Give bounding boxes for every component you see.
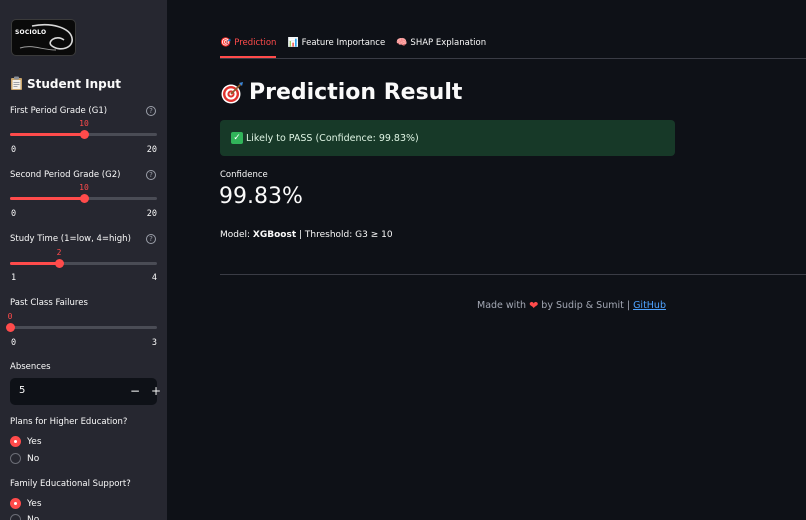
- model-prefix: Model:: [220, 230, 253, 240]
- failures-slider[interactable]: 0: [6, 312, 157, 338]
- absences-label: Absences: [10, 362, 51, 372]
- g1-help-icon[interactable]: ?: [146, 106, 156, 116]
- slider-thumb[interactable]: [6, 323, 15, 332]
- model-name: XGBoost: [252, 230, 297, 240]
- studytime-max: 4: [151, 273, 157, 283]
- absences-value[interactable]: 5: [19, 385, 25, 396]
- increment-button[interactable]: +: [146, 378, 166, 405]
- famsup-label: Family Educational Support?: [10, 479, 131, 489]
- radio-checked-icon[interactable]: [10, 436, 21, 447]
- footer-divider: [220, 274, 806, 275]
- sidebar: SOCIOLO Student Input First Period Grade…: [0, 0, 167, 520]
- logo-text: SOCIOLO: [15, 29, 47, 36]
- radio-checked-icon[interactable]: [10, 498, 21, 509]
- tab-label: Feature Importance: [301, 38, 386, 48]
- tab-bar: 🎯 Prediction 📊 Feature Importance 🧠 SHAP…: [220, 38, 486, 58]
- page-title-text: Prediction Result: [249, 80, 463, 105]
- famsup-option-yes[interactable]: Yes: [10, 498, 42, 509]
- higher-label: Plans for Higher Education?: [10, 417, 128, 427]
- g2-slider[interactable]: 10: [10, 183, 157, 209]
- higher-option-yes[interactable]: Yes: [10, 436, 42, 447]
- metric-label: Confidence: [220, 170, 268, 180]
- g1-min: 0: [11, 145, 17, 155]
- slider-value: 10: [79, 183, 89, 192]
- tab-label: SHAP Explanation: [410, 38, 487, 48]
- studytime-slider[interactable]: 2: [10, 248, 157, 274]
- bar-chart-icon: 📊: [287, 38, 299, 48]
- slider-thumb[interactable]: [80, 130, 89, 139]
- g2-help-icon[interactable]: ?: [146, 170, 156, 180]
- tab-shap-explanation[interactable]: 🧠 SHAP Explanation: [396, 38, 486, 57]
- radio-label: No: [27, 453, 40, 464]
- sidebar-title-text: Student Input: [27, 76, 121, 91]
- success-alert: ✓ Likely to PASS (Confidence: 99.83%): [220, 120, 675, 156]
- target-icon: 🎯: [220, 38, 232, 48]
- tab-label: Prediction: [234, 38, 277, 48]
- radio-label: Yes: [27, 436, 42, 447]
- slider-value: 2: [56, 248, 62, 257]
- slider-thumb[interactable]: [55, 259, 64, 268]
- model-info: Model: XGBoost | Threshold: G3 ≥ 10: [220, 230, 393, 240]
- alert-text: Likely to PASS (Confidence: 99.83%): [246, 132, 419, 144]
- github-link[interactable]: GitHub: [633, 300, 666, 311]
- page-title: Prediction Result: [220, 80, 462, 105]
- footer: Made with ❤ by Sudip & Sumit | GitHub: [477, 299, 666, 312]
- radio-label: No: [27, 514, 40, 520]
- app: SOCIOLO Student Input First Period Grade…: [0, 0, 806, 520]
- slider-fill: [10, 197, 84, 200]
- heart-icon: ❤: [529, 299, 539, 312]
- tab-divider: [220, 58, 806, 59]
- slider-value: 10: [79, 119, 89, 128]
- tab-feature-importance[interactable]: 📊 Feature Importance: [287, 38, 385, 57]
- studytime-label: Study Time (1=low, 4=high): [10, 234, 131, 244]
- failures-max: 3: [151, 338, 157, 348]
- failures-label: Past Class Failures: [10, 298, 88, 308]
- decrement-button[interactable]: −: [125, 378, 145, 405]
- failures-min: 0: [11, 338, 17, 348]
- radio-unchecked-icon[interactable]: [10, 453, 21, 464]
- famsup-option-no[interactable]: No: [10, 514, 39, 520]
- brain-icon: 🧠: [396, 38, 408, 48]
- tab-prediction[interactable]: 🎯 Prediction: [220, 38, 277, 58]
- studytime-help-icon[interactable]: ?: [146, 234, 156, 244]
- sidebar-title: Student Input: [10, 76, 121, 91]
- slider-value: 0: [7, 312, 13, 321]
- footer-authors: by Sudip & Sumit |: [541, 300, 631, 311]
- g1-slider[interactable]: 10: [10, 119, 157, 145]
- g2-label: Second Period Grade (G2): [10, 170, 121, 180]
- model-suffix: | Threshold: G3 ≥ 10: [296, 230, 393, 240]
- studytime-min: 1: [11, 273, 17, 283]
- slider-fill: [10, 262, 59, 265]
- g1-label: First Period Grade (G1): [10, 106, 108, 116]
- app-logo: SOCIOLO: [11, 19, 76, 56]
- g2-min: 0: [11, 209, 17, 219]
- footer-made-with: Made with: [477, 300, 527, 311]
- target-icon: [221, 81, 243, 103]
- clipboard-icon: [11, 76, 22, 90]
- higher-option-no[interactable]: No: [10, 453, 39, 464]
- check-icon: ✓: [231, 132, 243, 144]
- radio-label: Yes: [27, 498, 42, 509]
- slider-fill: [10, 133, 84, 136]
- g2-max: 20: [146, 209, 157, 219]
- g1-max: 20: [146, 145, 157, 155]
- slider-track: [10, 326, 157, 329]
- slider-thumb[interactable]: [80, 194, 89, 203]
- metric-value: 99.83%: [219, 184, 303, 209]
- radio-unchecked-icon[interactable]: [10, 514, 21, 520]
- absences-input[interactable]: 5 − +: [10, 378, 161, 405]
